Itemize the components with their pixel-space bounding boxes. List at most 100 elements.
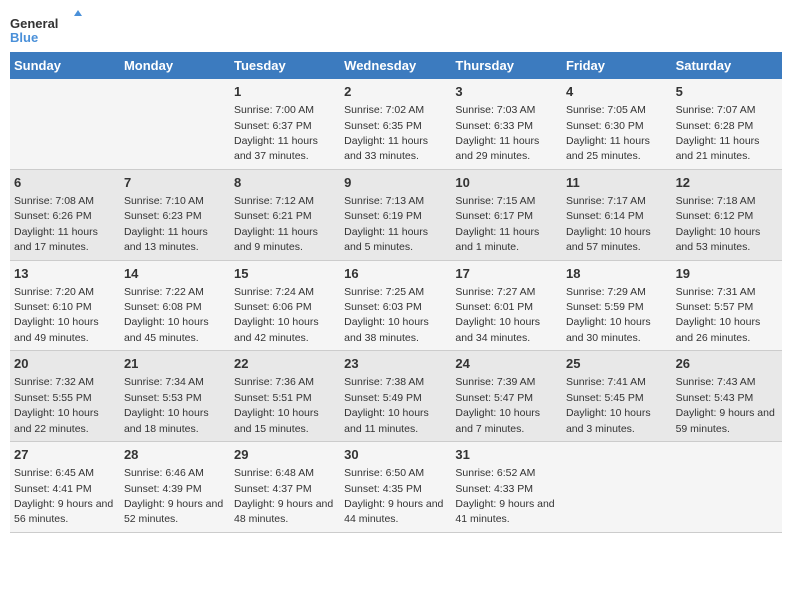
day-number: 1 [234, 83, 336, 101]
day-info: Sunrise: 6:45 AMSunset: 4:41 PMDaylight:… [14, 467, 113, 525]
calendar-day-cell: 2 Sunrise: 7:02 AMSunset: 6:35 PMDaylight… [340, 79, 451, 169]
calendar-day-cell [672, 442, 782, 533]
day-info: Sunrise: 7:18 AMSunset: 6:12 PMDaylight:… [676, 195, 761, 253]
day-number: 6 [14, 174, 116, 192]
calendar-day-cell: 12 Sunrise: 7:18 AMSunset: 6:12 PMDayligh… [672, 169, 782, 260]
calendar-week-row: 27 Sunrise: 6:45 AMSunset: 4:41 PMDayligh… [10, 442, 782, 533]
day-number: 20 [14, 355, 116, 373]
calendar-day-cell: 17 Sunrise: 7:27 AMSunset: 6:01 PMDayligh… [451, 260, 562, 351]
day-number: 26 [676, 355, 778, 373]
day-number: 29 [234, 446, 336, 464]
day-info: Sunrise: 7:13 AMSunset: 6:19 PMDaylight:… [344, 195, 428, 253]
calendar-week-row: 20 Sunrise: 7:32 AMSunset: 5:55 PMDayligh… [10, 351, 782, 442]
day-info: Sunrise: 7:07 AMSunset: 6:28 PMDaylight:… [676, 104, 760, 162]
day-info: Sunrise: 7:08 AMSunset: 6:26 PMDaylight:… [14, 195, 98, 253]
day-info: Sunrise: 7:17 AMSunset: 6:14 PMDaylight:… [566, 195, 651, 253]
day-number: 7 [124, 174, 226, 192]
day-number: 22 [234, 355, 336, 373]
calendar-day-cell: 22 Sunrise: 7:36 AMSunset: 5:51 PMDayligh… [230, 351, 340, 442]
calendar-day-cell: 26Sunrise: 7:43 AMSunset: 5:43 PMDayligh… [672, 351, 782, 442]
calendar-day-cell: 24 Sunrise: 7:39 AMSunset: 5:47 PMDayligh… [451, 351, 562, 442]
calendar-day-cell: 7 Sunrise: 7:10 AMSunset: 6:23 PMDaylight… [120, 169, 230, 260]
calendar-table: SundayMondayTuesdayWednesdayThursdayFrid… [10, 52, 782, 533]
calendar-day-cell: 28 Sunrise: 6:46 AMSunset: 4:39 PMDayligh… [120, 442, 230, 533]
logo-icon: General Blue [10, 10, 85, 46]
weekday-header: Friday [562, 52, 672, 79]
calendar-day-cell: 10 Sunrise: 7:15 AMSunset: 6:17 PMDayligh… [451, 169, 562, 260]
weekday-header: Saturday [672, 52, 782, 79]
calendar-day-cell: 31 Sunrise: 6:52 AMSunset: 4:33 PMDayligh… [451, 442, 562, 533]
day-info: Sunrise: 7:34 AMSunset: 5:53 PMDaylight:… [124, 376, 209, 434]
calendar-day-cell: 21 Sunrise: 7:34 AMSunset: 5:53 PMDayligh… [120, 351, 230, 442]
calendar-day-cell: 30 Sunrise: 6:50 AMSunset: 4:35 PMDayligh… [340, 442, 451, 533]
calendar-day-cell: 14Sunrise: 7:22 AMSunset: 6:08 PMDayligh… [120, 260, 230, 351]
day-number: 10 [455, 174, 558, 192]
day-info: Sunrise: 6:48 AMSunset: 4:37 PMDaylight:… [234, 467, 333, 525]
day-number: 24 [455, 355, 558, 373]
logo: General Blue [10, 10, 85, 46]
day-number: 16 [344, 265, 447, 283]
calendar-day-cell: 18 Sunrise: 7:29 AMSunset: 5:59 PMDayligh… [562, 260, 672, 351]
day-info: Sunrise: 7:10 AMSunset: 6:23 PMDaylight:… [124, 195, 208, 253]
calendar-day-cell: 1 Sunrise: 7:00 AMSunset: 6:37 PMDaylight… [230, 79, 340, 169]
day-number: 28 [124, 446, 226, 464]
weekday-header: Tuesday [230, 52, 340, 79]
calendar-week-row: 6 Sunrise: 7:08 AMSunset: 6:26 PMDaylight… [10, 169, 782, 260]
day-number: 2 [344, 83, 447, 101]
day-info: Sunrise: 7:02 AMSunset: 6:35 PMDaylight:… [344, 104, 428, 162]
day-number: 3 [455, 83, 558, 101]
day-number: 30 [344, 446, 447, 464]
svg-text:General: General [10, 16, 58, 31]
calendar-day-cell: 23Sunrise: 7:38 AMSunset: 5:49 PMDayligh… [340, 351, 451, 442]
day-number: 23 [344, 355, 447, 373]
weekday-header: Sunday [10, 52, 120, 79]
day-info: Sunrise: 7:32 AMSunset: 5:55 PMDaylight:… [14, 376, 99, 434]
calendar-day-cell: 19Sunrise: 7:31 AMSunset: 5:57 PMDayligh… [672, 260, 782, 351]
calendar-day-cell: 16Sunrise: 7:25 AMSunset: 6:03 PMDayligh… [340, 260, 451, 351]
day-info: Sunrise: 7:20 AMSunset: 6:10 PMDaylight:… [14, 286, 99, 344]
calendar-day-cell: 29 Sunrise: 6:48 AMSunset: 4:37 PMDayligh… [230, 442, 340, 533]
day-info: Sunrise: 6:46 AMSunset: 4:39 PMDaylight:… [124, 467, 223, 525]
day-number: 11 [566, 174, 668, 192]
calendar-day-cell: 8Sunrise: 7:12 AMSunset: 6:21 PMDaylight… [230, 169, 340, 260]
day-number: 17 [455, 265, 558, 283]
day-number: 9 [344, 174, 447, 192]
calendar-day-cell: 9 Sunrise: 7:13 AMSunset: 6:19 PMDaylight… [340, 169, 451, 260]
day-info: Sunrise: 6:52 AMSunset: 4:33 PMDaylight:… [455, 467, 554, 525]
calendar-header: SundayMondayTuesdayWednesdayThursdayFrid… [10, 52, 782, 79]
day-info: Sunrise: 7:39 AMSunset: 5:47 PMDaylight:… [455, 376, 540, 434]
day-number: 31 [455, 446, 558, 464]
day-number: 13 [14, 265, 116, 283]
day-info: Sunrise: 7:29 AMSunset: 5:59 PMDaylight:… [566, 286, 651, 344]
calendar-day-cell: 25Sunrise: 7:41 AMSunset: 5:45 PMDayligh… [562, 351, 672, 442]
day-info: Sunrise: 7:36 AMSunset: 5:51 PMDaylight:… [234, 376, 319, 434]
calendar-week-row: 13 Sunrise: 7:20 AMSunset: 6:10 PMDayligh… [10, 260, 782, 351]
day-number: 18 [566, 265, 668, 283]
day-info: Sunrise: 7:00 AMSunset: 6:37 PMDaylight:… [234, 104, 318, 162]
calendar-body: 1 Sunrise: 7:00 AMSunset: 6:37 PMDaylight… [10, 79, 782, 532]
day-number: 25 [566, 355, 668, 373]
day-info: Sunrise: 6:50 AMSunset: 4:35 PMDaylight:… [344, 467, 443, 525]
day-number: 4 [566, 83, 668, 101]
day-number: 21 [124, 355, 226, 373]
calendar-week-row: 1 Sunrise: 7:00 AMSunset: 6:37 PMDaylight… [10, 79, 782, 169]
page-header: General Blue [10, 10, 782, 46]
day-number: 19 [676, 265, 778, 283]
calendar-day-cell: 3 Sunrise: 7:03 AMSunset: 6:33 PMDaylight… [451, 79, 562, 169]
day-number: 15 [234, 265, 336, 283]
weekday-header: Monday [120, 52, 230, 79]
calendar-day-cell: 20 Sunrise: 7:32 AMSunset: 5:55 PMDayligh… [10, 351, 120, 442]
svg-text:Blue: Blue [10, 30, 38, 45]
day-info: Sunrise: 7:05 AMSunset: 6:30 PMDaylight:… [566, 104, 650, 162]
calendar-day-cell [562, 442, 672, 533]
day-number: 12 [676, 174, 778, 192]
day-info: Sunrise: 7:03 AMSunset: 6:33 PMDaylight:… [455, 104, 539, 162]
day-number: 5 [676, 83, 778, 101]
day-number: 14 [124, 265, 226, 283]
calendar-day-cell: 11 Sunrise: 7:17 AMSunset: 6:14 PMDayligh… [562, 169, 672, 260]
day-info: Sunrise: 7:27 AMSunset: 6:01 PMDaylight:… [455, 286, 540, 344]
day-info: Sunrise: 7:24 AMSunset: 6:06 PMDaylight:… [234, 286, 319, 344]
day-info: Sunrise: 7:15 AMSunset: 6:17 PMDaylight:… [455, 195, 539, 253]
day-number: 27 [14, 446, 116, 464]
calendar-day-cell: 15 Sunrise: 7:24 AMSunset: 6:06 PMDayligh… [230, 260, 340, 351]
